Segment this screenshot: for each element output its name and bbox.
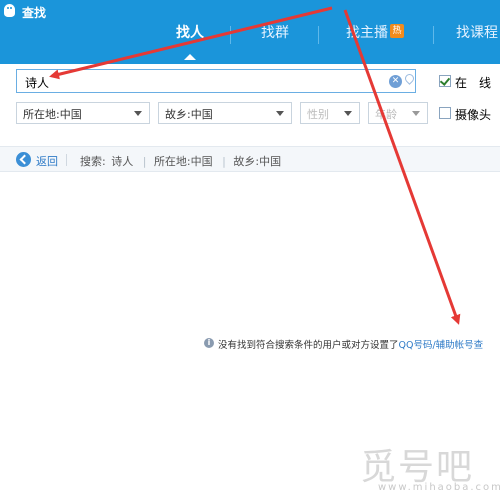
tab-find-group[interactable]: 找群 — [240, 20, 310, 64]
window-title: 查找 — [22, 6, 47, 20]
watermark-url: www.mihaoba.com — [378, 482, 500, 493]
search-summary-keyword: 诗人 — [111, 155, 134, 168]
location-select-value: 所在地:中国 — [23, 108, 82, 121]
back-arrow-icon[interactable] — [16, 152, 31, 167]
active-tab-indicator — [184, 54, 196, 60]
hometown-select[interactable]: 故乡:中国 — [158, 102, 292, 124]
chevron-down-icon — [276, 111, 284, 116]
clear-icon[interactable]: ✕ — [389, 75, 402, 88]
tab-bar: 找人 找群 找主播热 找课程 — [150, 20, 500, 64]
tab-divider — [433, 26, 434, 44]
no-results-message: 没有找到符合搜索条件的用户或对方设置了QQ号码/辅助帐号查 — [218, 337, 483, 351]
gender-select-value: 性别 — [307, 108, 329, 121]
hot-badge: 热 — [390, 24, 404, 38]
location-select[interactable]: 所在地:中国 — [16, 102, 150, 124]
tab-label: 找主播 — [346, 25, 388, 41]
search-summary-prefix: 搜索: — [80, 155, 106, 168]
search-summary-location: 所在地:中国 — [153, 155, 213, 168]
gender-select[interactable]: 性别 — [300, 102, 360, 124]
tab-label: 找人 — [176, 25, 204, 41]
no-results-text: 没有找到符合搜索条件的用户或对方设置了 — [218, 340, 399, 351]
tab-label: 找课程 — [456, 25, 498, 41]
summary-divider: | — [222, 155, 226, 168]
search-summary: 搜索: 诗人 | 所在地:中国 | 故乡:中国 — [80, 153, 283, 169]
header-bar: 查找 找人 找群 找主播热 找课程 — [0, 0, 500, 64]
tab-find-people[interactable]: 找人 — [155, 20, 225, 64]
chevron-down-icon — [412, 111, 420, 116]
search-input[interactable]: 诗人 ✕ — [16, 69, 416, 93]
online-checkbox-label[interactable]: 在 线 — [455, 74, 491, 91]
tab-divider — [318, 26, 319, 44]
tab-divider — [230, 26, 231, 44]
results-toolbar: 返回 搜索: 诗人 | 所在地:中国 | 故乡:中国 — [0, 146, 500, 172]
summary-divider: | — [142, 155, 147, 168]
chevron-down-icon — [134, 111, 142, 116]
chevron-down-icon — [344, 111, 352, 116]
info-icon: i — [204, 338, 214, 348]
camera-checkbox[interactable] — [439, 107, 451, 119]
online-checkbox[interactable] — [439, 75, 451, 87]
toolbar-divider — [66, 154, 67, 166]
title-bar[interactable]: 查找 — [0, 0, 500, 22]
location-pin-icon[interactable] — [403, 72, 416, 85]
back-link[interactable]: 返回 — [36, 153, 58, 169]
checkmark-icon — [439, 75, 451, 86]
camera-checkbox-label[interactable]: 摄像头 — [455, 106, 491, 123]
age-select[interactable]: 年龄 — [368, 102, 428, 124]
qq-penguin-icon — [4, 4, 15, 17]
tab-find-course[interactable]: 找课程 — [442, 20, 500, 64]
hometown-select-value: 故乡:中国 — [165, 108, 213, 121]
search-input-value: 诗人 — [25, 76, 50, 90]
tab-label: 找群 — [261, 25, 289, 41]
qq-number-search-link[interactable]: QQ号码/辅助帐号查 — [399, 340, 484, 351]
age-select-value: 年龄 — [375, 108, 397, 121]
tab-find-streamer[interactable]: 找主播热 — [330, 20, 420, 64]
search-summary-hometown: 故乡:中国 — [233, 155, 282, 168]
